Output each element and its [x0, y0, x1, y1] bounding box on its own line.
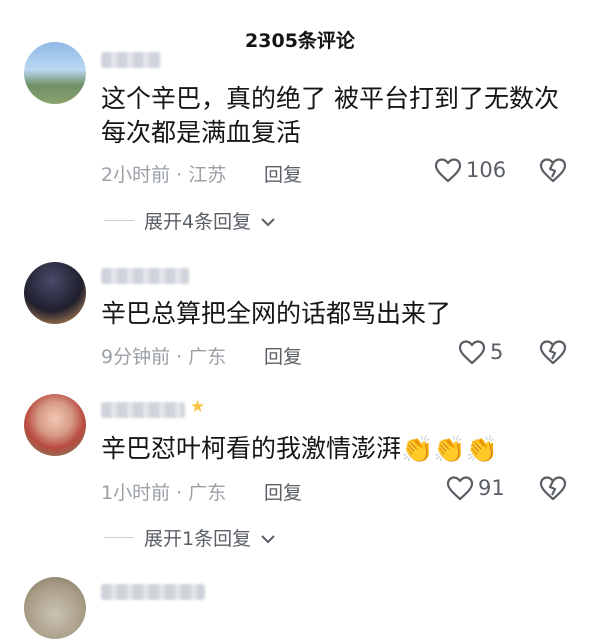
broken-heart-icon: [538, 157, 568, 183]
expand-replies-label: 展开4条回复: [144, 211, 252, 233]
comment-meta: 9分钟前 · 广东: [101, 346, 227, 368]
avatar[interactable]: [24, 394, 86, 456]
comment-text: 辛巴怼叶柯看的我激情澎湃👏👏👏: [101, 434, 499, 465]
divider-line: [104, 537, 134, 538]
like-count: 91: [478, 476, 505, 500]
chevron-down-icon: [261, 210, 275, 232]
like-count: 5: [490, 340, 504, 364]
broken-heart-icon: [538, 475, 568, 501]
comment-text: 辛巴总算把全网的话都骂出来了: [101, 299, 452, 328]
expand-replies-label: 展开1条回复: [144, 528, 252, 550]
dislike-button[interactable]: [538, 475, 568, 501]
username[interactable]: ····: [101, 584, 205, 600]
heart-icon: [434, 157, 462, 183]
divider-line: [104, 220, 134, 221]
comment-meta: 1小时前 · 广东: [101, 482, 227, 504]
comment-meta: 2小时前 · 江苏: [101, 164, 227, 186]
expand-replies-button[interactable]: 展开1条回复: [104, 524, 275, 551]
comment-text: 这个辛巴，真的绝了 被平台打到了无数次 每次都是满血复活: [101, 84, 559, 147]
heart-icon: [458, 339, 486, 365]
comments-panel-title: 2305条评论: [245, 30, 355, 52]
dislike-button[interactable]: [538, 157, 568, 183]
like-button[interactable]: 5: [458, 339, 503, 365]
heart-icon: [446, 475, 474, 501]
username[interactable]: ····: [101, 52, 161, 68]
like-count: 106: [466, 158, 507, 182]
reply-button[interactable]: 回复: [264, 160, 302, 187]
dislike-button[interactable]: [538, 339, 568, 365]
username[interactable]: ····: [101, 268, 189, 284]
clapping-hands-emoji: 👏👏👏: [401, 435, 499, 465]
reply-button[interactable]: 回复: [264, 342, 302, 369]
expand-replies-button[interactable]: 展开4条回复: [104, 207, 275, 234]
like-button[interactable]: 91: [446, 475, 505, 501]
avatar[interactable]: [24, 262, 86, 324]
star-icon: ★: [190, 397, 206, 417]
avatar[interactable]: [24, 577, 86, 639]
chevron-down-icon: [261, 527, 275, 549]
broken-heart-icon: [538, 339, 568, 365]
reply-button[interactable]: 回复: [264, 478, 302, 505]
avatar[interactable]: [24, 42, 86, 104]
username[interactable]: ····: [101, 402, 185, 418]
like-button[interactable]: 106: [434, 157, 506, 183]
